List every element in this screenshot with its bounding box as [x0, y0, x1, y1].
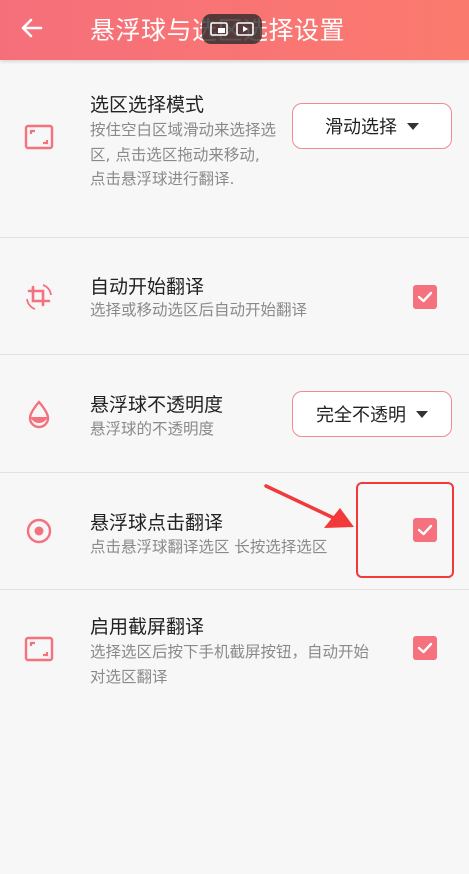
divider [0, 237, 469, 238]
back-button[interactable] [10, 8, 54, 48]
selection-frame-icon [22, 120, 56, 154]
setting-desc-opacity: 悬浮球的不透明度 [90, 420, 215, 438]
opacity-dropdown[interactable]: 完全不透明 [292, 391, 452, 437]
arrow-left-icon [21, 18, 43, 38]
setting-title-screenshot-translate: 启用截屏翻译 [90, 616, 205, 638]
floating-controls [202, 14, 262, 44]
screenshot-translate-checkbox[interactable] [413, 636, 437, 660]
crop-rotate-icon [22, 280, 56, 314]
selection-frame-icon [22, 632, 56, 666]
setting-desc-selection-mode: 按住空白区域滑动来选择选区, 点击选区拖动来移动, 点击悬浮球进行翻译. [90, 121, 277, 188]
target-circle-icon [22, 514, 56, 548]
annotation-highlight-box [356, 482, 454, 578]
chevron-down-icon [407, 122, 419, 130]
opacity-drop-icon [22, 397, 56, 431]
picture-in-picture-icon[interactable] [209, 20, 229, 38]
divider [0, 589, 469, 590]
app-bar: 悬浮球与选区选择设置 [0, 0, 469, 60]
divider [0, 472, 469, 473]
checkmark-icon [417, 642, 433, 654]
setting-title-selection-mode: 选区选择模式 [90, 94, 205, 116]
setting-desc-auto-start: 选择或移动选区后自动开始翻译 [90, 301, 308, 319]
selection-mode-value: 滑动选择 [325, 117, 397, 138]
selection-mode-dropdown[interactable]: 滑动选择 [292, 103, 452, 149]
auto-start-checkbox[interactable] [413, 285, 437, 309]
checkmark-icon [417, 291, 433, 303]
video-play-icon[interactable] [235, 20, 255, 38]
annotation-arrow-icon [264, 484, 354, 528]
setting-title-auto-start: 自动开始翻译 [90, 276, 205, 298]
opacity-value: 完全不透明 [316, 405, 406, 426]
divider [0, 354, 469, 355]
setting-desc-tap-translate: 点击悬浮球翻译选区 长按选择选区 [90, 538, 328, 556]
setting-title-opacity: 悬浮球不透明度 [90, 394, 224, 416]
chevron-down-icon [416, 410, 428, 418]
setting-title-tap-translate: 悬浮球点击翻译 [90, 512, 224, 534]
setting-desc-screenshot-translate: 选择选区后按下手机截屏按钮，自动开始对选区翻译 [90, 643, 370, 686]
